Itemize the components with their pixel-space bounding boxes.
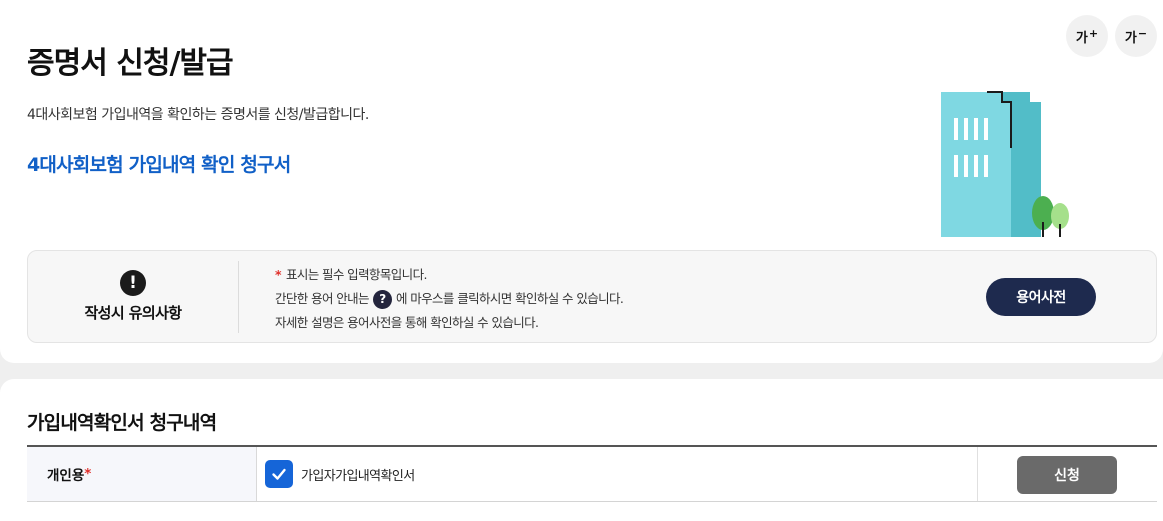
certificate-checkbox[interactable] — [265, 460, 293, 488]
main-panel: 가 + 가 − 증명서 신청/발급 4대사회보험 가입내역을 확인하는 증명서를 신… — [0, 0, 1163, 363]
font-size-decrease-button[interactable]: 가 − — [1115, 15, 1157, 57]
request-panel: 가입내역확인서 청구내역 개인용 * 가입자가입내역확인서 신청 — [0, 379, 1163, 521]
building-illustration — [941, 91, 1069, 237]
request-table: 개인용 * 가입자가입내역확인서 신청 — [27, 445, 1157, 502]
row-header: 개인용 * — [27, 447, 257, 501]
font-size-increase-button[interactable]: 가 + — [1066, 15, 1108, 57]
apply-button[interactable]: 신청 — [1017, 456, 1117, 494]
required-star-icon: * — [84, 466, 92, 482]
divider — [977, 447, 978, 501]
checkmark-icon — [272, 468, 286, 480]
form-subtitle: 4대사회보험 가입내역 확인 청구서 — [27, 154, 291, 176]
required-star-icon: * — [275, 267, 282, 282]
glossary-button[interactable]: 용어사전 — [986, 278, 1096, 316]
divider — [238, 261, 239, 333]
checkbox-label[interactable]: 가입자가입내역확인서 — [301, 465, 415, 484]
help-icon[interactable]: ? — [372, 289, 392, 309]
notice-heading: 작성시 유의사항 — [84, 304, 182, 322]
plus-icon: + — [1088, 26, 1099, 40]
notice-line-glossary: 자세한 설명은 용어사전을 통해 확인하실 수 있습니다. — [275, 315, 539, 330]
notice-line-help: 간단한 용어 안내는 ? 에 마우스를 클릭하시면 확인하실 수 있습니다. — [275, 287, 624, 311]
notice-box: ! 작성시 유의사항 * 표시는 필수 입력항목입니다. 간단한 용어 안내는 … — [27, 250, 1157, 343]
page-description: 4대사회보험 가입내역을 확인하는 증명서를 신청/발급합니다. — [27, 107, 369, 123]
minus-icon: − — [1137, 26, 1148, 40]
notice-heading-block: ! 작성시 유의사항 — [28, 251, 238, 342]
section-title: 가입내역확인서 청구내역 — [27, 412, 217, 434]
page-title: 증명서 신청/발급 — [27, 46, 234, 81]
notice-lines: * 표시는 필수 입력항목입니다. 간단한 용어 안내는 ? 에 마우스를 클릭… — [275, 263, 624, 335]
warning-icon: ! — [120, 270, 146, 296]
notice-line-required: * 표시는 필수 입력항목입니다. — [275, 263, 623, 287]
